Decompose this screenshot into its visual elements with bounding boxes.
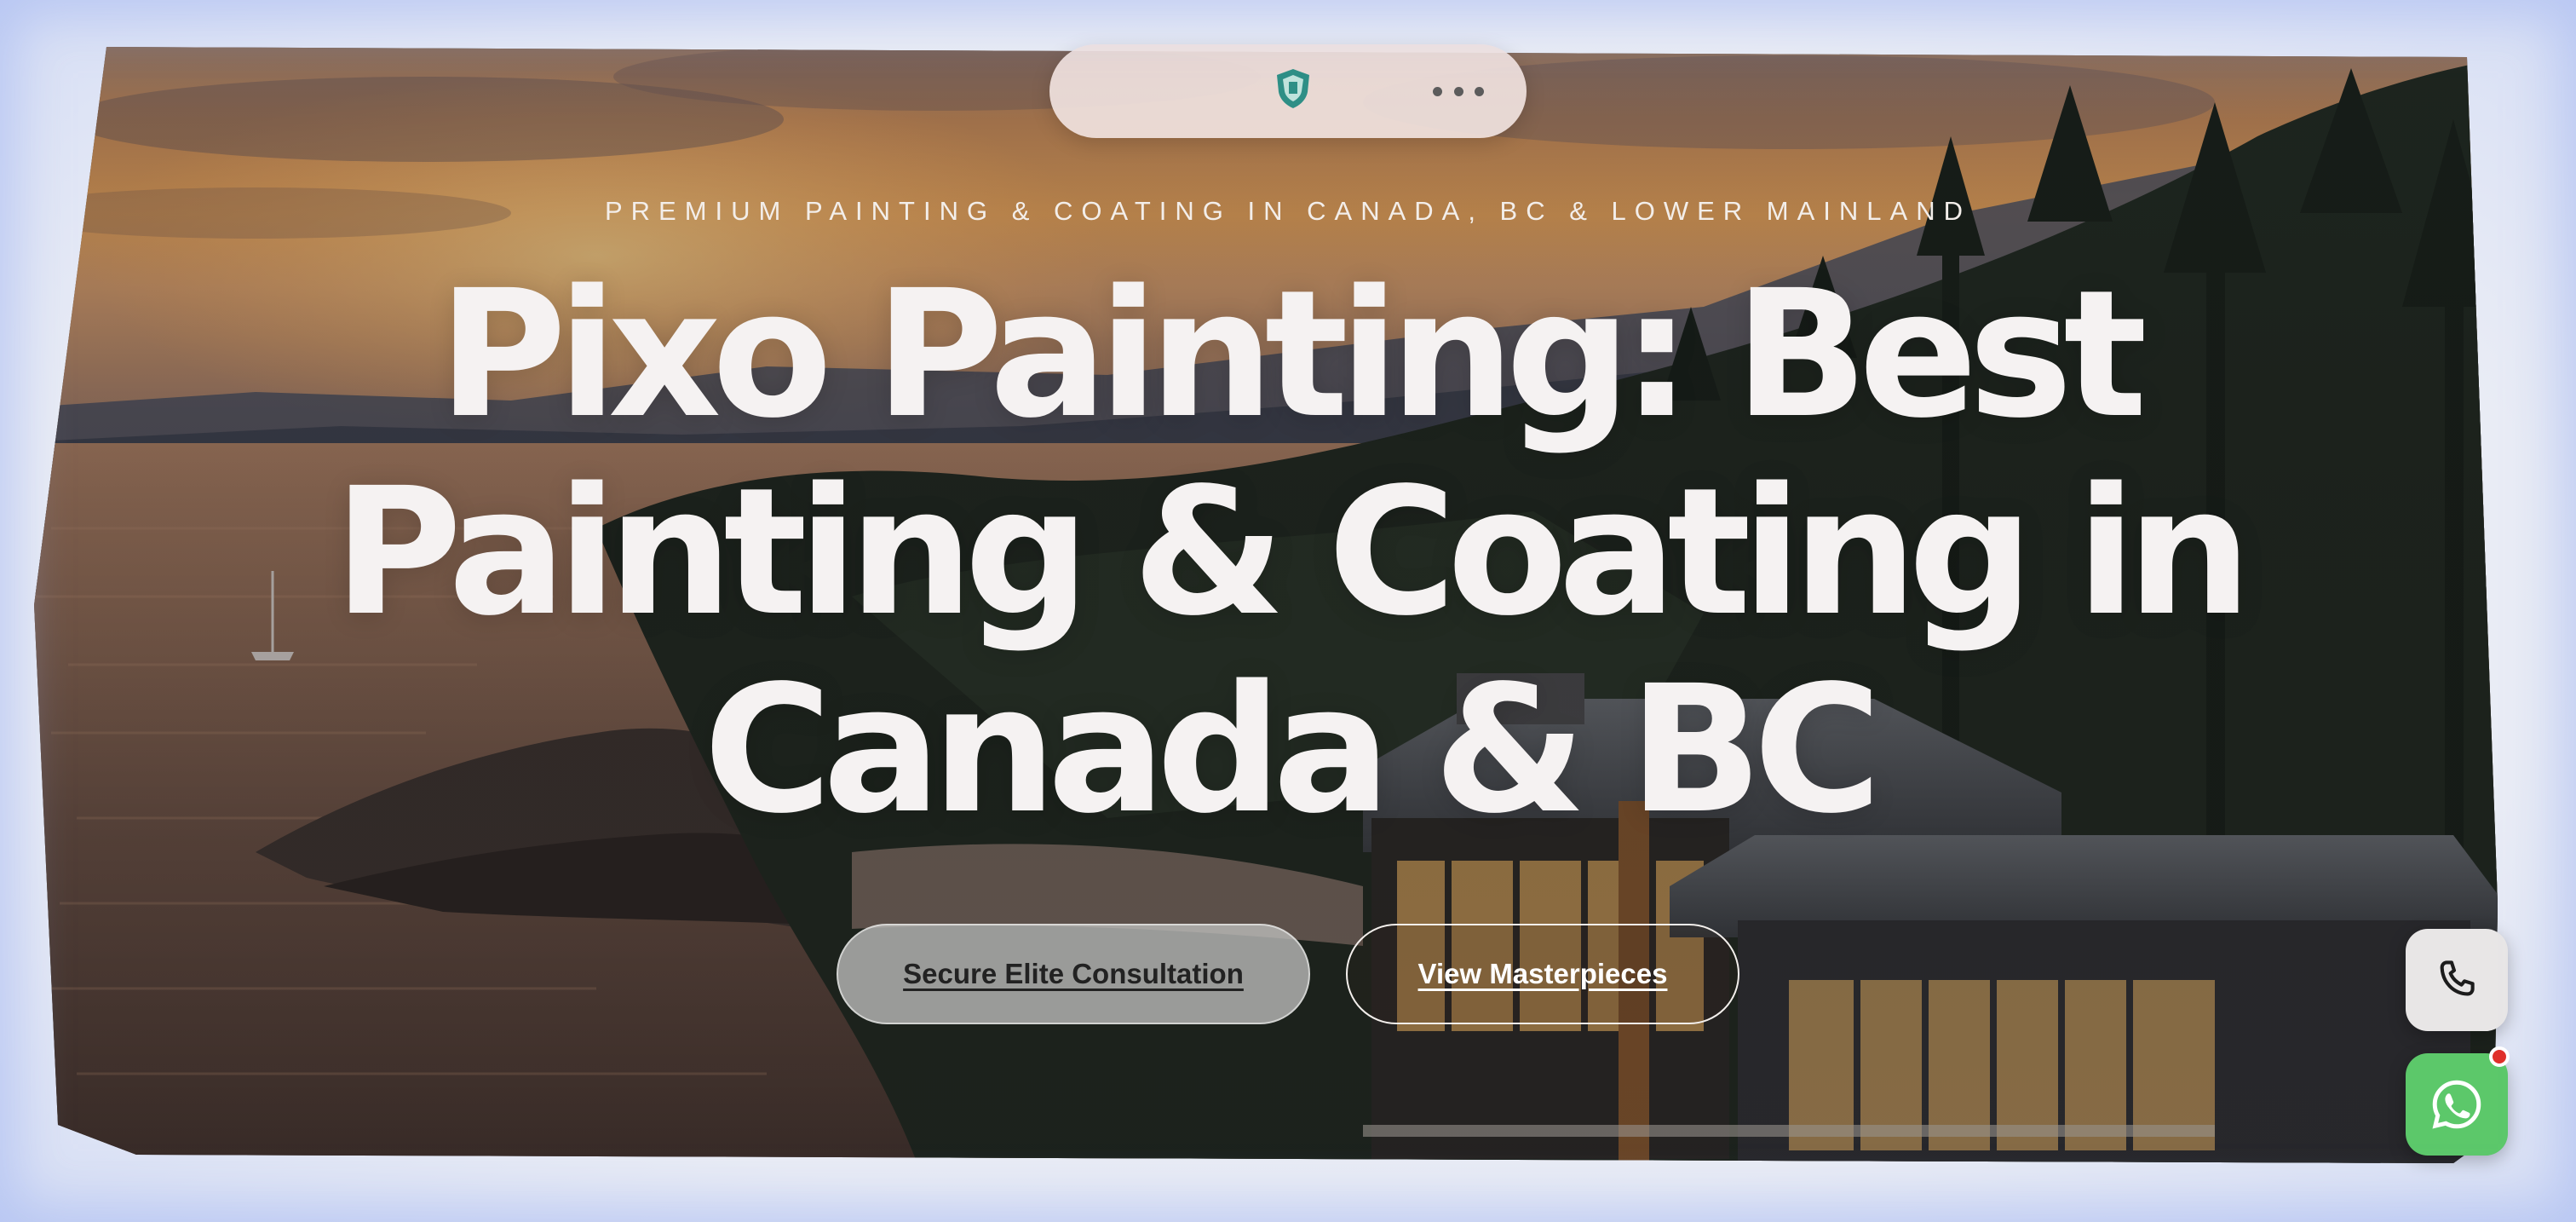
call-button[interactable] — [2406, 929, 2508, 1031]
whatsapp-button[interactable] — [2406, 1053, 2508, 1156]
secure-consultation-button[interactable]: Secure Elite Consultation — [837, 924, 1310, 1024]
notification-badge — [2489, 1046, 2510, 1067]
view-masterpieces-button[interactable]: View Masterpieces — [1346, 924, 1739, 1024]
phone-icon — [2440, 960, 2475, 996]
menu-dot — [1453, 86, 1463, 96]
top-nav-pill — [1049, 44, 1527, 138]
more-dots-icon[interactable] — [1433, 77, 1484, 106]
whatsapp-icon — [2432, 1080, 2481, 1129]
shield-logo-icon[interactable] — [1271, 66, 1315, 111]
menu-dot — [1433, 86, 1442, 96]
hero-headline: Pixo Painting: Best Painting & Coating i… — [333, 252, 2252, 852]
menu-dot — [1475, 86, 1484, 96]
hero-tagline: PREMIUM PAINTING & COATING IN CANADA, BC… — [604, 196, 1972, 226]
